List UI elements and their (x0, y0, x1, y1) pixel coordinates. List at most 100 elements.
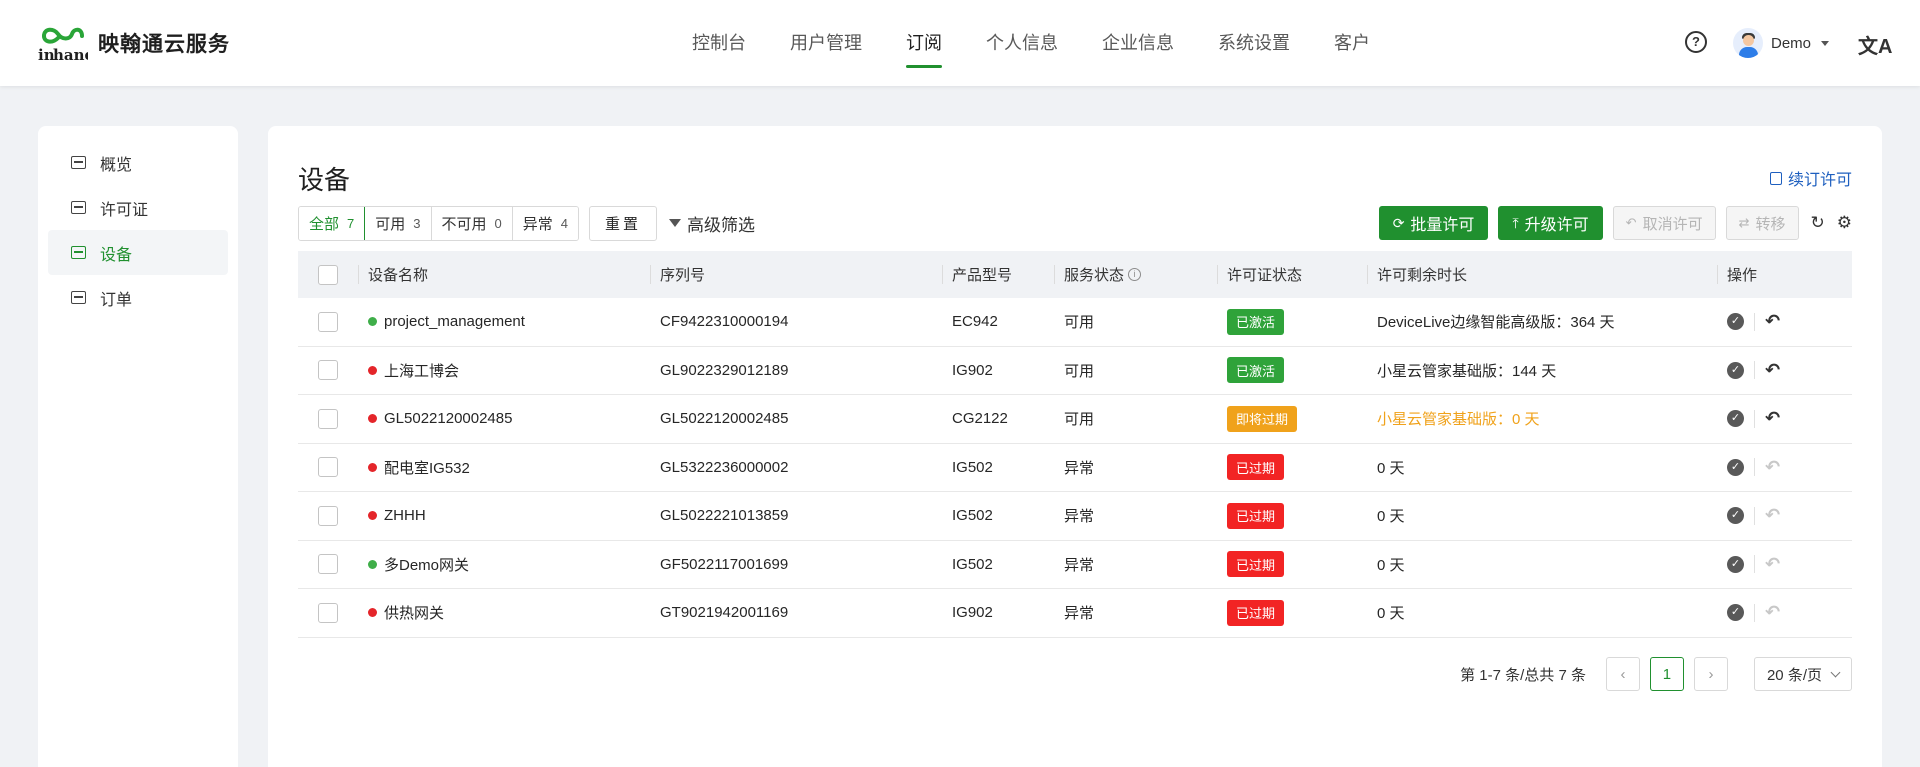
batch-license-button[interactable]: ⟳ 批量许可 (1378, 206, 1489, 240)
check-circle-icon[interactable]: ✓ (1727, 361, 1744, 379)
help-icon[interactable]: ? (1685, 31, 1707, 53)
serial-number: GL5022120002485 (660, 410, 789, 428)
filter-tab-label: 全部 (309, 215, 340, 233)
row-actions: ✓ ↶ (1717, 492, 1852, 540)
table-row[interactable]: ZHHH GL5022221013859 IG502 异常 已过期 0 天 ✓ ↶ (298, 492, 1852, 541)
filter-bar: 全部 7 可用 3 不可用 0 异常 4 重置 高级筛选 (298, 205, 755, 241)
column-header-name[interactable]: 设备名称 (358, 251, 650, 298)
table-row[interactable]: 配电室IG532 GL5322236000002 IG502 异常 已过期 0 天 ✓ ↶ (298, 444, 1852, 492)
column-header-license[interactable]: 许可证状态 (1217, 251, 1367, 298)
cancel-license-label: 取消许可 (1642, 215, 1703, 233)
filter-tab-0[interactable]: 全部 7 (299, 206, 366, 240)
undo-icon[interactable]: ↶ (1765, 602, 1780, 623)
device-name[interactable]: 上海工博会 (384, 360, 459, 381)
row-checkbox[interactable] (318, 408, 338, 429)
user-menu[interactable]: Demo (1733, 26, 1830, 60)
advanced-filter-button[interactable]: 高级筛选 (669, 211, 755, 236)
page-number-button[interactable]: 1 (1649, 657, 1684, 691)
sidebar-item-0[interactable]: 概览 (48, 140, 228, 185)
row-checkbox[interactable] (318, 505, 338, 526)
device-name[interactable]: GL5022120002485 (384, 410, 512, 427)
action-divider (1754, 506, 1755, 525)
undo-icon[interactable]: ↶ (1765, 311, 1780, 332)
check-circle-icon[interactable]: ✓ (1727, 410, 1744, 428)
table-row[interactable]: GL5022120002485 GL5022120002485 CG2122 可用 即将… (298, 395, 1852, 444)
filter-icon (669, 219, 682, 227)
filter-tab-2[interactable]: 不可用 0 (431, 206, 513, 240)
service-status: 异常 (1064, 605, 1095, 623)
undo-icon[interactable]: ↶ (1765, 360, 1780, 381)
nav-item-3[interactable]: 个人信息 (964, 0, 1080, 86)
undo-icon[interactable]: ↶ (1765, 554, 1780, 575)
action-divider (1754, 555, 1755, 574)
table-row[interactable]: project_management CF9422310000194 EC942 可用… (298, 298, 1852, 347)
check-circle-icon[interactable]: ✓ (1727, 313, 1744, 331)
check-circle-icon[interactable]: ✓ (1727, 604, 1744, 622)
check-circle-icon[interactable]: ✓ (1727, 507, 1744, 525)
filter-tab-1[interactable]: 可用 3 (365, 206, 432, 240)
nav-item-0[interactable]: 控制台 (670, 0, 768, 86)
upgrade-license-button[interactable]: ⤒ 升级许可 (1498, 206, 1603, 240)
renew-license-link[interactable]: 续订许可 (1769, 166, 1852, 190)
page-size-select[interactable]: 20 条/页 (1753, 657, 1852, 691)
device-name[interactable]: ZHHH (384, 507, 426, 524)
license-remaining: 0 天 (1377, 508, 1405, 526)
device-name-cell: 配电室IG532 (358, 444, 650, 492)
translate-icon[interactable]: 文A (1858, 30, 1892, 59)
nav-item-2[interactable]: 订阅 (884, 0, 964, 86)
check-circle-icon[interactable]: ✓ (1727, 458, 1744, 476)
prev-page-button[interactable]: ‹ (1605, 657, 1640, 691)
filter-tab-3[interactable]: 异常 4 (512, 206, 578, 240)
service-status: 异常 (1064, 508, 1095, 526)
row-checkbox[interactable] (318, 360, 338, 381)
device-name[interactable]: 配电室IG532 (384, 457, 470, 478)
transfer-button[interactable]: ⇄ 转移 (1725, 206, 1799, 240)
renew-license-label: 续订许可 (1787, 172, 1852, 189)
undo-icon[interactable]: ↶ (1765, 457, 1780, 478)
table-row[interactable]: 上海工博会 GL9022329012189 IG902 可用 已激活 小星云管家基础版：1… (298, 347, 1852, 395)
row-checkbox[interactable] (318, 457, 338, 478)
service-status: 可用 (1064, 411, 1095, 429)
device-name[interactable]: project_management (384, 313, 525, 330)
upload-icon: ⤒ (1512, 214, 1519, 231)
select-all-checkbox[interactable] (318, 264, 338, 285)
nav-item-5[interactable]: 系统设置 (1196, 0, 1312, 86)
column-header-serial[interactable]: 序列号 (650, 251, 942, 298)
reset-button[interactable]: 重置 (589, 205, 658, 241)
settings-gear-icon[interactable]: ⚙ (1837, 213, 1852, 233)
license-status-badge: 已激活 (1227, 357, 1285, 384)
column-header-service[interactable]: 服务状态 i (1054, 251, 1217, 298)
row-checkbox[interactable] (318, 602, 338, 623)
device-name[interactable]: 供热网关 (384, 602, 444, 623)
check-circle-icon[interactable]: ✓ (1727, 555, 1744, 573)
nav-item-1[interactable]: 用户管理 (768, 0, 884, 86)
undo-icon[interactable]: ↶ (1765, 408, 1780, 429)
action-toolbar: ⟳ 批量许可 ⤒ 升级许可 ↶ 取消许可 ⇄ 转移 ↻ ⚙ (1369, 205, 1852, 241)
filter-tab-count: 3 (413, 215, 421, 231)
offline-status-dot (368, 365, 377, 375)
product-model: CG2122 (952, 410, 1008, 428)
undo-icon[interactable]: ↶ (1765, 505, 1780, 526)
sidebar-item-3[interactable]: 订单 (48, 275, 228, 320)
sidebar-item-1[interactable]: 许可证 (48, 185, 228, 230)
nav-item-4[interactable]: 企业信息 (1080, 0, 1196, 86)
device-name[interactable]: 多Demo网关 (384, 554, 469, 575)
cancel-license-button[interactable]: ↶ 取消许可 (1612, 206, 1716, 240)
license-remaining: 0 天 (1377, 556, 1405, 574)
column-header-duration[interactable]: 许可剩余时长 (1367, 251, 1717, 298)
reload-icon[interactable]: ↻ (1811, 213, 1825, 233)
dashboard-icon (70, 155, 86, 171)
column-header-model[interactable]: 产品型号 (942, 251, 1054, 298)
serial-number: GT9021942001169 (660, 604, 789, 622)
next-page-button[interactable]: › (1693, 657, 1728, 691)
row-checkbox[interactable] (318, 554, 338, 575)
nav-item-6[interactable]: 客户 (1312, 0, 1392, 86)
table-row[interactable]: 多Demo网关 GF5022117001699 IG502 异常 已过期 0 天 ✓ ↶ (298, 541, 1852, 589)
info-icon[interactable]: i (1128, 268, 1142, 281)
sidebar-item-2[interactable]: 设备 (48, 230, 228, 275)
license-remaining: 小星云管家基础版：0 天 (1377, 411, 1540, 429)
row-checkbox[interactable] (318, 311, 338, 332)
table-row[interactable]: 供热网关 GT9021942001169 IG902 异常 已过期 0 天 ✓ ↶ (298, 589, 1852, 638)
inhand-logo[interactable]: in hand (38, 22, 88, 64)
license-remaining: 小星云管家基础版：144 天 (1377, 362, 1557, 380)
